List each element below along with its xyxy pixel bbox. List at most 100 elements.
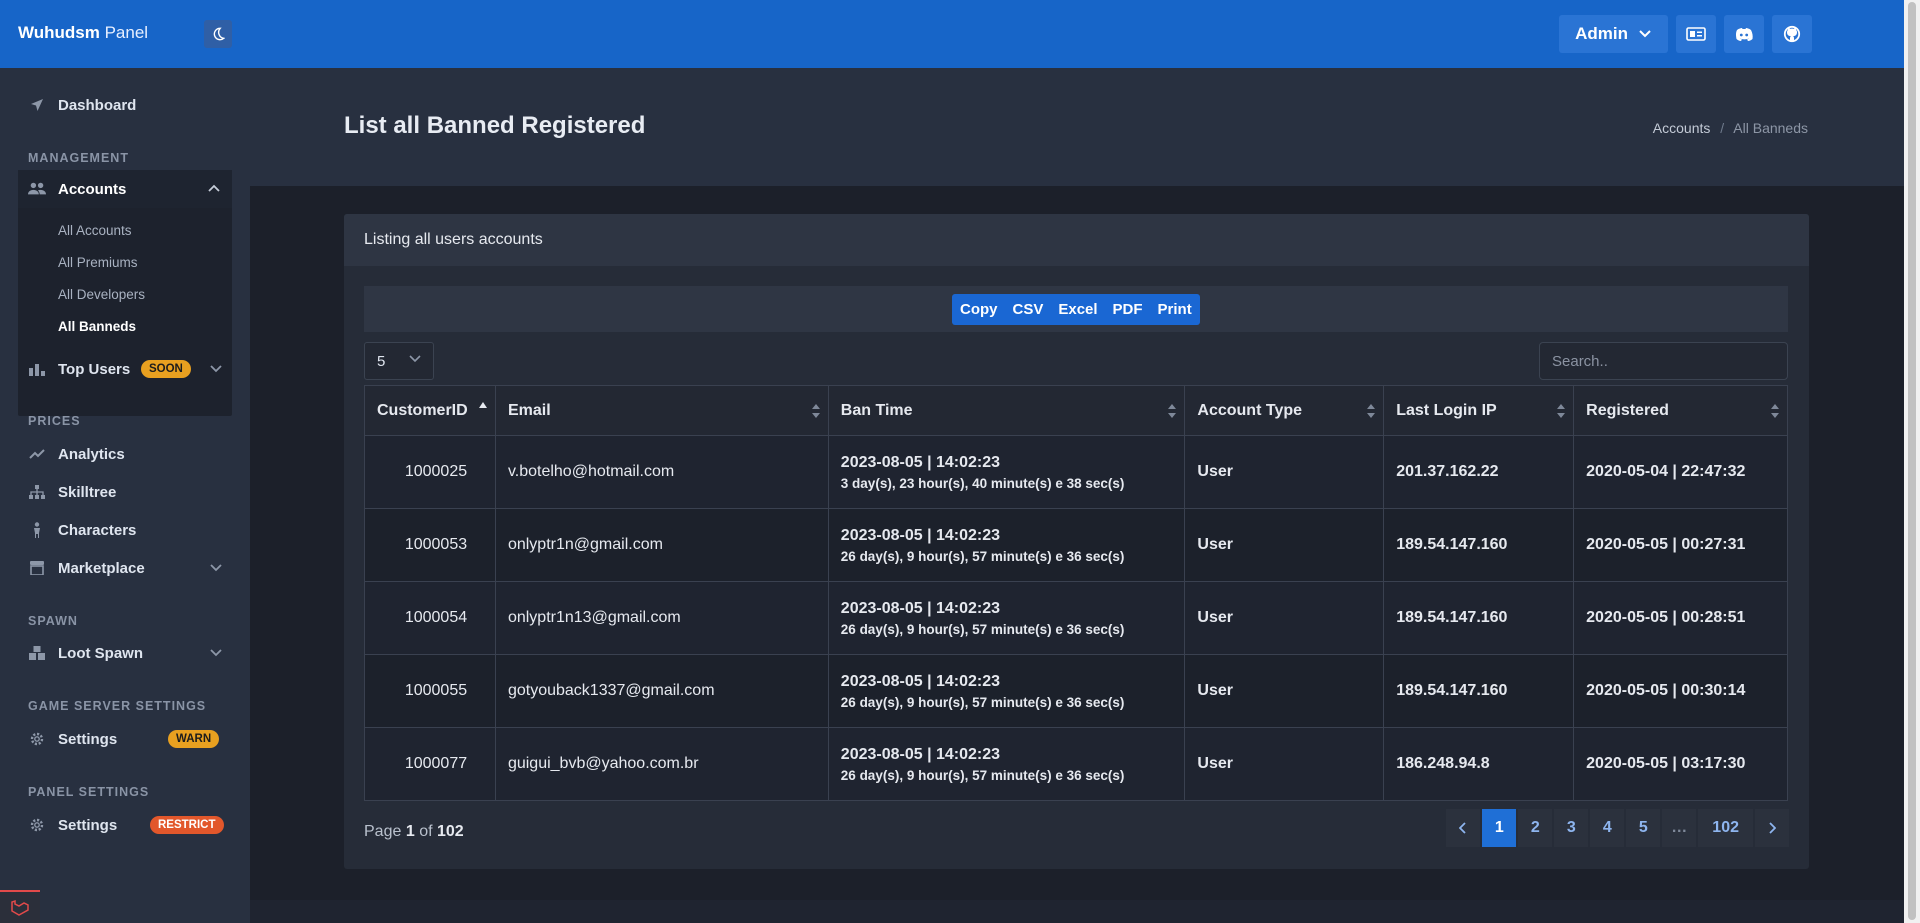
column-header-email[interactable]: Email <box>494 385 829 436</box>
sidebar-item-top-users[interactable]: Top Users SOON <box>18 352 232 386</box>
page-info-prefix: Page <box>364 823 402 840</box>
column-header-ban-time[interactable]: Ban Time <box>827 385 1186 436</box>
customer-id-cell: 1000077 <box>364 727 496 801</box>
customer-id-cell: 1000054 <box>364 581 496 655</box>
bar-chart-icon <box>28 360 46 378</box>
sidebar-item-label: Settings <box>58 730 118 748</box>
column-header-customer-id[interactable]: CustomerID <box>364 385 496 436</box>
sidebar-item-label: Characters <box>58 521 137 539</box>
account-type-cell: User <box>1184 727 1385 801</box>
vertical-scrollbar[interactable] <box>1904 0 1920 923</box>
sidebar-item-analytics[interactable]: Analytics <box>18 437 232 471</box>
breadcrumb: Accounts / All Banneds <box>1653 120 1808 136</box>
gear-icon <box>28 730 46 748</box>
pagination: 1 2 3 4 5 … 102 <box>1446 809 1789 847</box>
sidebar-item-panel-settings[interactable]: Settings RESTRICT <box>18 808 232 842</box>
accounts-card: Listing all users accounts Copy CSV Exce… <box>344 214 1809 869</box>
ban-time-cell: 2023-08-05 | 14:02:23 26 day(s), 9 hour(… <box>827 508 1186 582</box>
theme-toggle-button[interactable] <box>204 20 232 48</box>
chevron-left-icon <box>1459 822 1466 834</box>
moon-icon <box>213 27 225 41</box>
github-button[interactable] <box>1772 15 1812 53</box>
search-input[interactable] <box>1539 342 1788 380</box>
page-length-select[interactable]: 5 <box>364 342 434 380</box>
column-header-account-type[interactable]: Account Type <box>1184 385 1385 436</box>
email-cell: guigui_bvb@yahoo.com.br <box>494 727 829 801</box>
navigation-arrow-icon <box>28 96 46 114</box>
table-row: 1000055 gotyouback1337@gmail.com 2023-08… <box>364 654 1788 728</box>
page-info-of: of <box>419 823 433 840</box>
table-row: 1000077 guigui_bvb@yahoo.com.br 2023-08-… <box>364 727 1788 801</box>
users-icon <box>28 181 46 197</box>
registered-cell: 2020-05-05 | 03:17:30 <box>1573 727 1788 801</box>
scrollbar-thumb[interactable] <box>1908 2 1916 920</box>
sidebar-item-loot-spawn[interactable]: Loot Spawn <box>18 636 232 670</box>
next-page-button[interactable] <box>1755 809 1789 847</box>
account-type-cell: User <box>1184 654 1385 728</box>
account-type-cell: User <box>1184 508 1385 582</box>
page-info-total: 102 <box>436 823 464 840</box>
page-button-last[interactable]: 102 <box>1698 809 1753 847</box>
id-card-button[interactable] <box>1676 15 1716 53</box>
sidebar-item-skilltree[interactable]: Skilltree <box>18 475 232 509</box>
discord-button[interactable] <box>1724 15 1764 53</box>
ban-duration: 3 day(s), 23 hour(s), 40 minute(s) e 38 … <box>840 475 1125 491</box>
person-icon <box>28 521 46 539</box>
sidebar-item-marketplace[interactable]: Marketplace <box>18 551 232 585</box>
sidebar-item-label: Accounts <box>58 180 127 198</box>
sidebar-subitem-all-banneds[interactable]: All Banneds <box>58 319 136 334</box>
customer-id-cell: 1000055 <box>364 654 496 728</box>
page-info-current: 1 <box>405 823 415 840</box>
table-header-row: CustomerID Email Ban Time Account Type L… <box>364 385 1788 436</box>
copy-button[interactable]: Copy <box>960 301 998 318</box>
sort-icon <box>1168 404 1177 418</box>
chevron-down-icon <box>1639 30 1651 38</box>
table-row: 1000025 v.botelho@hotmail.com 2023-08-05… <box>364 435 1788 509</box>
page-button-5[interactable]: 5 <box>1626 809 1661 847</box>
ban-duration: 26 day(s), 9 hour(s), 57 minute(s) e 36 … <box>840 548 1125 564</box>
ban-date: 2023-08-05 | 14:02:23 <box>840 453 1001 471</box>
registered-cell: 2020-05-05 | 00:30:14 <box>1573 654 1788 728</box>
id-card-icon <box>1686 27 1706 41</box>
ban-date: 2023-08-05 | 14:02:23 <box>840 599 1001 617</box>
sort-icon <box>811 404 820 418</box>
column-header-last-login-ip[interactable]: Last Login IP <box>1383 385 1575 436</box>
print-button[interactable]: Print <box>1158 301 1192 318</box>
section-title-management: MANAGEMENT <box>28 151 129 165</box>
chevron-down-icon <box>409 355 421 363</box>
sidebar-item-accounts[interactable]: Accounts <box>18 170 232 208</box>
breadcrumb-separator: / <box>1720 120 1725 136</box>
sidebar-item-label: Top Users <box>58 360 131 378</box>
page-button-3[interactable]: 3 <box>1554 809 1589 847</box>
sidebar-item-game-settings[interactable]: Settings WARN <box>18 722 232 756</box>
breadcrumb-current: All Banneds <box>1733 120 1808 136</box>
sidebar-subitem-all-premiums[interactable]: All Premiums <box>58 255 138 270</box>
laravel-debug-button[interactable] <box>0 890 40 923</box>
sidebar-item-characters[interactable]: Characters <box>18 513 232 547</box>
page-info: Page 1 of 102 <box>364 823 464 841</box>
ban-date: 2023-08-05 | 14:02:23 <box>840 745 1001 763</box>
admin-dropdown-button[interactable]: Admin <box>1559 15 1668 53</box>
chevron-right-icon <box>1769 822 1776 834</box>
ban-duration: 26 day(s), 9 hour(s), 57 minute(s) e 36 … <box>840 694 1125 710</box>
sidebar-item-dashboard[interactable]: Dashboard <box>18 88 232 122</box>
column-header-registered[interactable]: Registered <box>1573 385 1788 436</box>
sidebar-subitem-all-developers[interactable]: All Developers <box>58 287 145 302</box>
restrict-badge: RESTRICT <box>150 816 224 834</box>
page-button-1[interactable]: 1 <box>1482 809 1517 847</box>
brand-logo[interactable]: Wuhudsm Panel <box>18 23 148 43</box>
chevron-down-icon <box>210 365 222 373</box>
sidebar: Dashboard MANAGEMENT Accounts All Accoun… <box>0 68 250 923</box>
sort-icon <box>1367 404 1376 418</box>
csv-button[interactable]: CSV <box>1013 301 1044 318</box>
breadcrumb-accounts-link[interactable]: Accounts <box>1653 120 1711 136</box>
pdf-button[interactable]: PDF <box>1113 301 1143 318</box>
boxes-icon <box>28 644 46 662</box>
trend-up-icon <box>28 445 46 463</box>
page-button-4[interactable]: 4 <box>1590 809 1625 847</box>
page-button-2[interactable]: 2 <box>1518 809 1553 847</box>
banned-accounts-table: CustomerID Email Ban Time Account Type L… <box>364 385 1788 801</box>
previous-page-button[interactable] <box>1446 809 1481 847</box>
sidebar-subitem-all-accounts[interactable]: All Accounts <box>58 223 132 238</box>
excel-button[interactable]: Excel <box>1058 301 1097 318</box>
